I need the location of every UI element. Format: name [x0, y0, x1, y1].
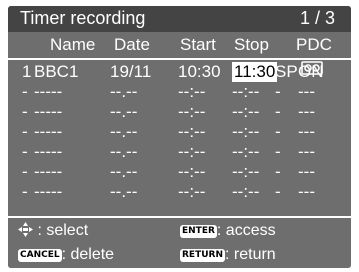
timer-cell-stop: --:--: [232, 182, 260, 201]
return-key-icon: RETURN: [180, 249, 225, 262]
timer-cell-speed: -: [275, 122, 281, 141]
access-label: : access: [216, 222, 276, 239]
timer-cell-stop: --:--: [232, 82, 260, 101]
timer-cell-date: --.--: [110, 182, 138, 201]
timer-cell-date: --.--: [110, 122, 138, 141]
enter-key-icon: ENTER: [180, 225, 217, 238]
timer-cell-start: --:--: [178, 142, 206, 161]
timer-cell-speed: SP: [275, 62, 298, 81]
column-header-stop: Stop: [234, 35, 269, 54]
column-header-name: Name: [50, 35, 96, 54]
timer-cell-name: -----: [34, 162, 63, 181]
timer-cell-num: -: [22, 162, 28, 181]
timer-cell-num: -: [22, 142, 28, 161]
timer-row[interactable]: - ----- --.-- --:-- --:-- - ---: [8, 122, 351, 142]
column-header-pdc: PDC: [296, 35, 332, 54]
page-indicator: 1 / 3: [299, 8, 335, 28]
cancel-key-icon: CANCEL: [18, 249, 62, 262]
timer-cell-date: --.--: [110, 102, 138, 121]
timer-cell-speed: -: [275, 162, 281, 181]
column-headers: Name Date Start Stop PDC: [8, 32, 351, 75]
timer-cell-pdc: ---: [298, 122, 315, 141]
return-label: : return: [225, 246, 276, 263]
timer-recording-screen: Timer recording 1 / 3 Name Date Start St…: [8, 6, 351, 268]
timer-cell-num: -: [22, 82, 28, 101]
timer-cell-speed: -: [275, 102, 281, 121]
timer-cell-stop: 11:30: [232, 62, 278, 82]
timer-row[interactable]: - ----- --.-- --:-- --:-- - ---: [8, 102, 351, 122]
timer-cell-stop: --:--: [232, 142, 260, 161]
cancel-hint: CANCEL: delete: [18, 246, 114, 264]
timer-row[interactable]: 1 BBC1 19/11 10:30 11:30 SP ON: [8, 60, 351, 82]
footer-help: : select ENTER: access CANCEL: delete RE…: [8, 216, 351, 268]
timer-cell-stop: --:--: [232, 102, 260, 121]
select-label: : select: [37, 222, 89, 239]
timer-cell-name: BBC1: [34, 62, 79, 81]
timer-row[interactable]: - ----- --.-- --:-- --:-- - ---: [8, 182, 351, 202]
column-header-date: Date: [114, 35, 150, 54]
timer-cell-date: 19/11: [110, 62, 152, 81]
timer-list: 1 BBC1 19/11 10:30 11:30 SP ON - ----- --.-- --:--…: [8, 60, 351, 206]
timer-row[interactable]: - ----- --.-- --:-- --:-- - ---: [8, 142, 351, 162]
timer-cell-date: --.--: [110, 142, 138, 161]
timer-cell-num: -: [22, 182, 28, 201]
timer-cell-pdc: ---: [298, 162, 315, 181]
four-way-arrow-icon: [18, 222, 33, 237]
enter-hint: ENTER: access: [180, 222, 276, 240]
timer-cell-pdc: ---: [298, 182, 315, 201]
timer-cell-start: --:--: [178, 162, 206, 181]
timer-cell-num: -: [22, 122, 28, 141]
timer-cell-pdc: ---: [298, 142, 315, 161]
timer-cell-date: --.--: [110, 162, 138, 181]
timer-cell-speed: -: [275, 142, 281, 161]
timer-cell-name: -----: [34, 142, 63, 161]
title-bar: Timer recording 1 / 3: [8, 6, 351, 32]
timer-row[interactable]: - ----- --.-- --:-- --:-- - ---: [8, 162, 351, 182]
timer-cell-pdc: ---: [298, 82, 315, 101]
timer-cell-speed: -: [275, 82, 281, 101]
timer-cell-start: --:--: [178, 182, 206, 201]
timer-row[interactable]: - ----- --.-- --:-- --:-- - ---: [8, 82, 351, 102]
timer-cell-name: -----: [34, 122, 63, 141]
timer-cell-num: 1: [22, 62, 32, 81]
delete-label: : delete: [61, 246, 115, 263]
page-title: Timer recording: [20, 8, 146, 28]
timer-cell-name: -----: [34, 82, 63, 101]
timer-cell-start: --:--: [178, 82, 206, 101]
timer-cell-start: --:--: [178, 122, 206, 141]
timer-cell-name: -----: [34, 182, 63, 201]
timer-cell-pdc: ON: [298, 62, 324, 81]
timer-cell-date: --.--: [110, 82, 138, 101]
column-header-start: Start: [180, 35, 216, 54]
timer-cell-speed: -: [275, 182, 281, 201]
timer-cell-num: -: [22, 102, 28, 121]
timer-cell-stop: --:--: [232, 122, 260, 141]
timer-cell-pdc: ---: [298, 102, 315, 121]
return-hint: RETURN: return: [180, 246, 276, 264]
timer-cell-name: -----: [34, 102, 63, 121]
select-hint: : select: [18, 222, 88, 240]
timer-cell-stop: --:--: [232, 162, 260, 181]
timer-cell-start: 10:30: [178, 62, 221, 81]
timer-cell-start: --:--: [178, 102, 206, 121]
